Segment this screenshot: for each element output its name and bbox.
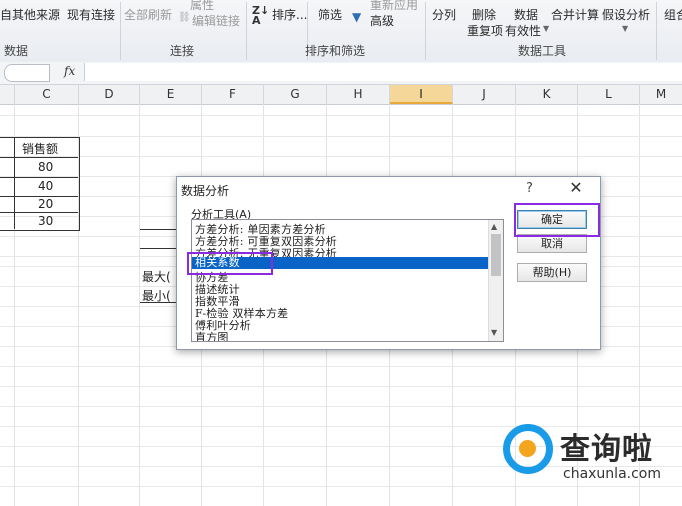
close-icon[interactable]: ✕ [565,178,587,198]
text-to-columns-button[interactable]: 分列 [432,6,456,23]
data-validation-button[interactable]: 数据 [514,6,538,23]
sort-button[interactable]: 排序... [272,6,307,23]
consolidate-button[interactable]: 合并计算 [551,6,599,23]
group-label-sort-filter: 排序和筛选 [305,44,366,58]
group-separator [120,2,121,60]
chevron-up-icon[interactable]: ▲ [491,222,497,231]
filter-button[interactable]: 筛选 [318,6,342,23]
cell-value[interactable]: 80 [38,160,53,174]
advanced-filter-icon: ▼ [352,10,362,24]
column-header[interactable]: L [578,85,640,104]
name-box[interactable] [4,64,50,82]
link-icon: ⛓ [178,12,191,23]
column-header-b[interactable] [0,85,15,104]
column-header[interactable]: F [202,85,264,104]
ribbon: 自其他来源 现有连接 数据 全部刷新 属性 编辑链接 ⛓ 连接 Z↓ A 排序..… [0,0,682,63]
what-if-analysis-button[interactable]: 假设分析 [602,6,650,23]
group-separator [425,2,426,60]
highlight-box-correlation [187,252,273,275]
watermark-url: chaxunla.com [563,466,661,482]
chevron-down-icon: ▼ [543,24,550,33]
existing-connections-button[interactable]: 现有连接 [67,6,115,23]
column-header[interactable]: J [453,85,516,104]
column-header[interactable]: K [516,85,578,104]
formula-input[interactable] [84,63,682,81]
group-separator [656,2,657,60]
chevron-down-icon[interactable]: ▼ [491,328,497,337]
scrollbar-thumb[interactable] [491,234,501,276]
cell-value[interactable]: 30 [38,214,53,228]
help-button[interactable]: 帮助(H) [517,263,587,282]
data-validation-label-2: 有效性 [505,24,542,38]
cell-value[interactable]: 20 [38,197,53,211]
list-item[interactable]: 直方图 [195,329,229,341]
group-label-data-tools: 数据工具 [518,44,567,58]
column-header[interactable]: E [140,85,202,104]
sort-az-icon[interactable]: Z↓ A [252,5,269,26]
column-headers: C D E F G H I J K L M [0,85,682,105]
column-header[interactable]: D [79,85,140,104]
edit-links-button[interactable]: 编辑链接 [192,12,240,29]
table-line [140,248,178,249]
table-line [140,302,178,303]
from-other-sources-button[interactable]: 自其他来源 [0,6,60,23]
remove-duplicates-button[interactable]: 删除 [472,6,496,23]
chevron-down-icon: ▼ [622,24,629,33]
highlight-box-ok [514,203,600,237]
column-header[interactable]: M [640,85,682,104]
analysis-tools-listbox[interactable]: 方差分析: 单因素方差分析 方差分析: 可重复双因素分析 方差分析: 无重复双因… [191,219,504,342]
column-header[interactable]: H [327,85,390,104]
column-header[interactable]: G [264,85,327,104]
table-line [140,229,178,230]
dialog-title: 数据分析 [181,184,230,198]
fx-icon[interactable]: fx [64,64,82,80]
watermark-brand: 查询啦 [560,432,653,467]
refresh-all-button[interactable]: 全部刷新 [124,6,172,23]
remove-duplicates-label-2: 重复项 [467,24,504,38]
cell-max-label[interactable]: 最大( [142,268,171,285]
cell-value[interactable]: 40 [38,179,53,193]
column-header[interactable]: C [15,85,79,104]
group-separator [246,2,247,60]
watermark-logo-dot [519,440,536,457]
help-icon[interactable]: ? [526,181,533,196]
cell-header-sales[interactable]: 销售额 [22,140,58,157]
column-header-selected[interactable]: I [390,85,453,104]
group-label-connections: 连接 [170,44,195,58]
group-label-get-data: 数据 [4,44,29,58]
group-button[interactable]: 组合 [664,6,682,23]
listbox-scrollbar[interactable]: ▲ ▼ [488,220,503,341]
advanced-button[interactable]: 高级 [370,12,394,29]
